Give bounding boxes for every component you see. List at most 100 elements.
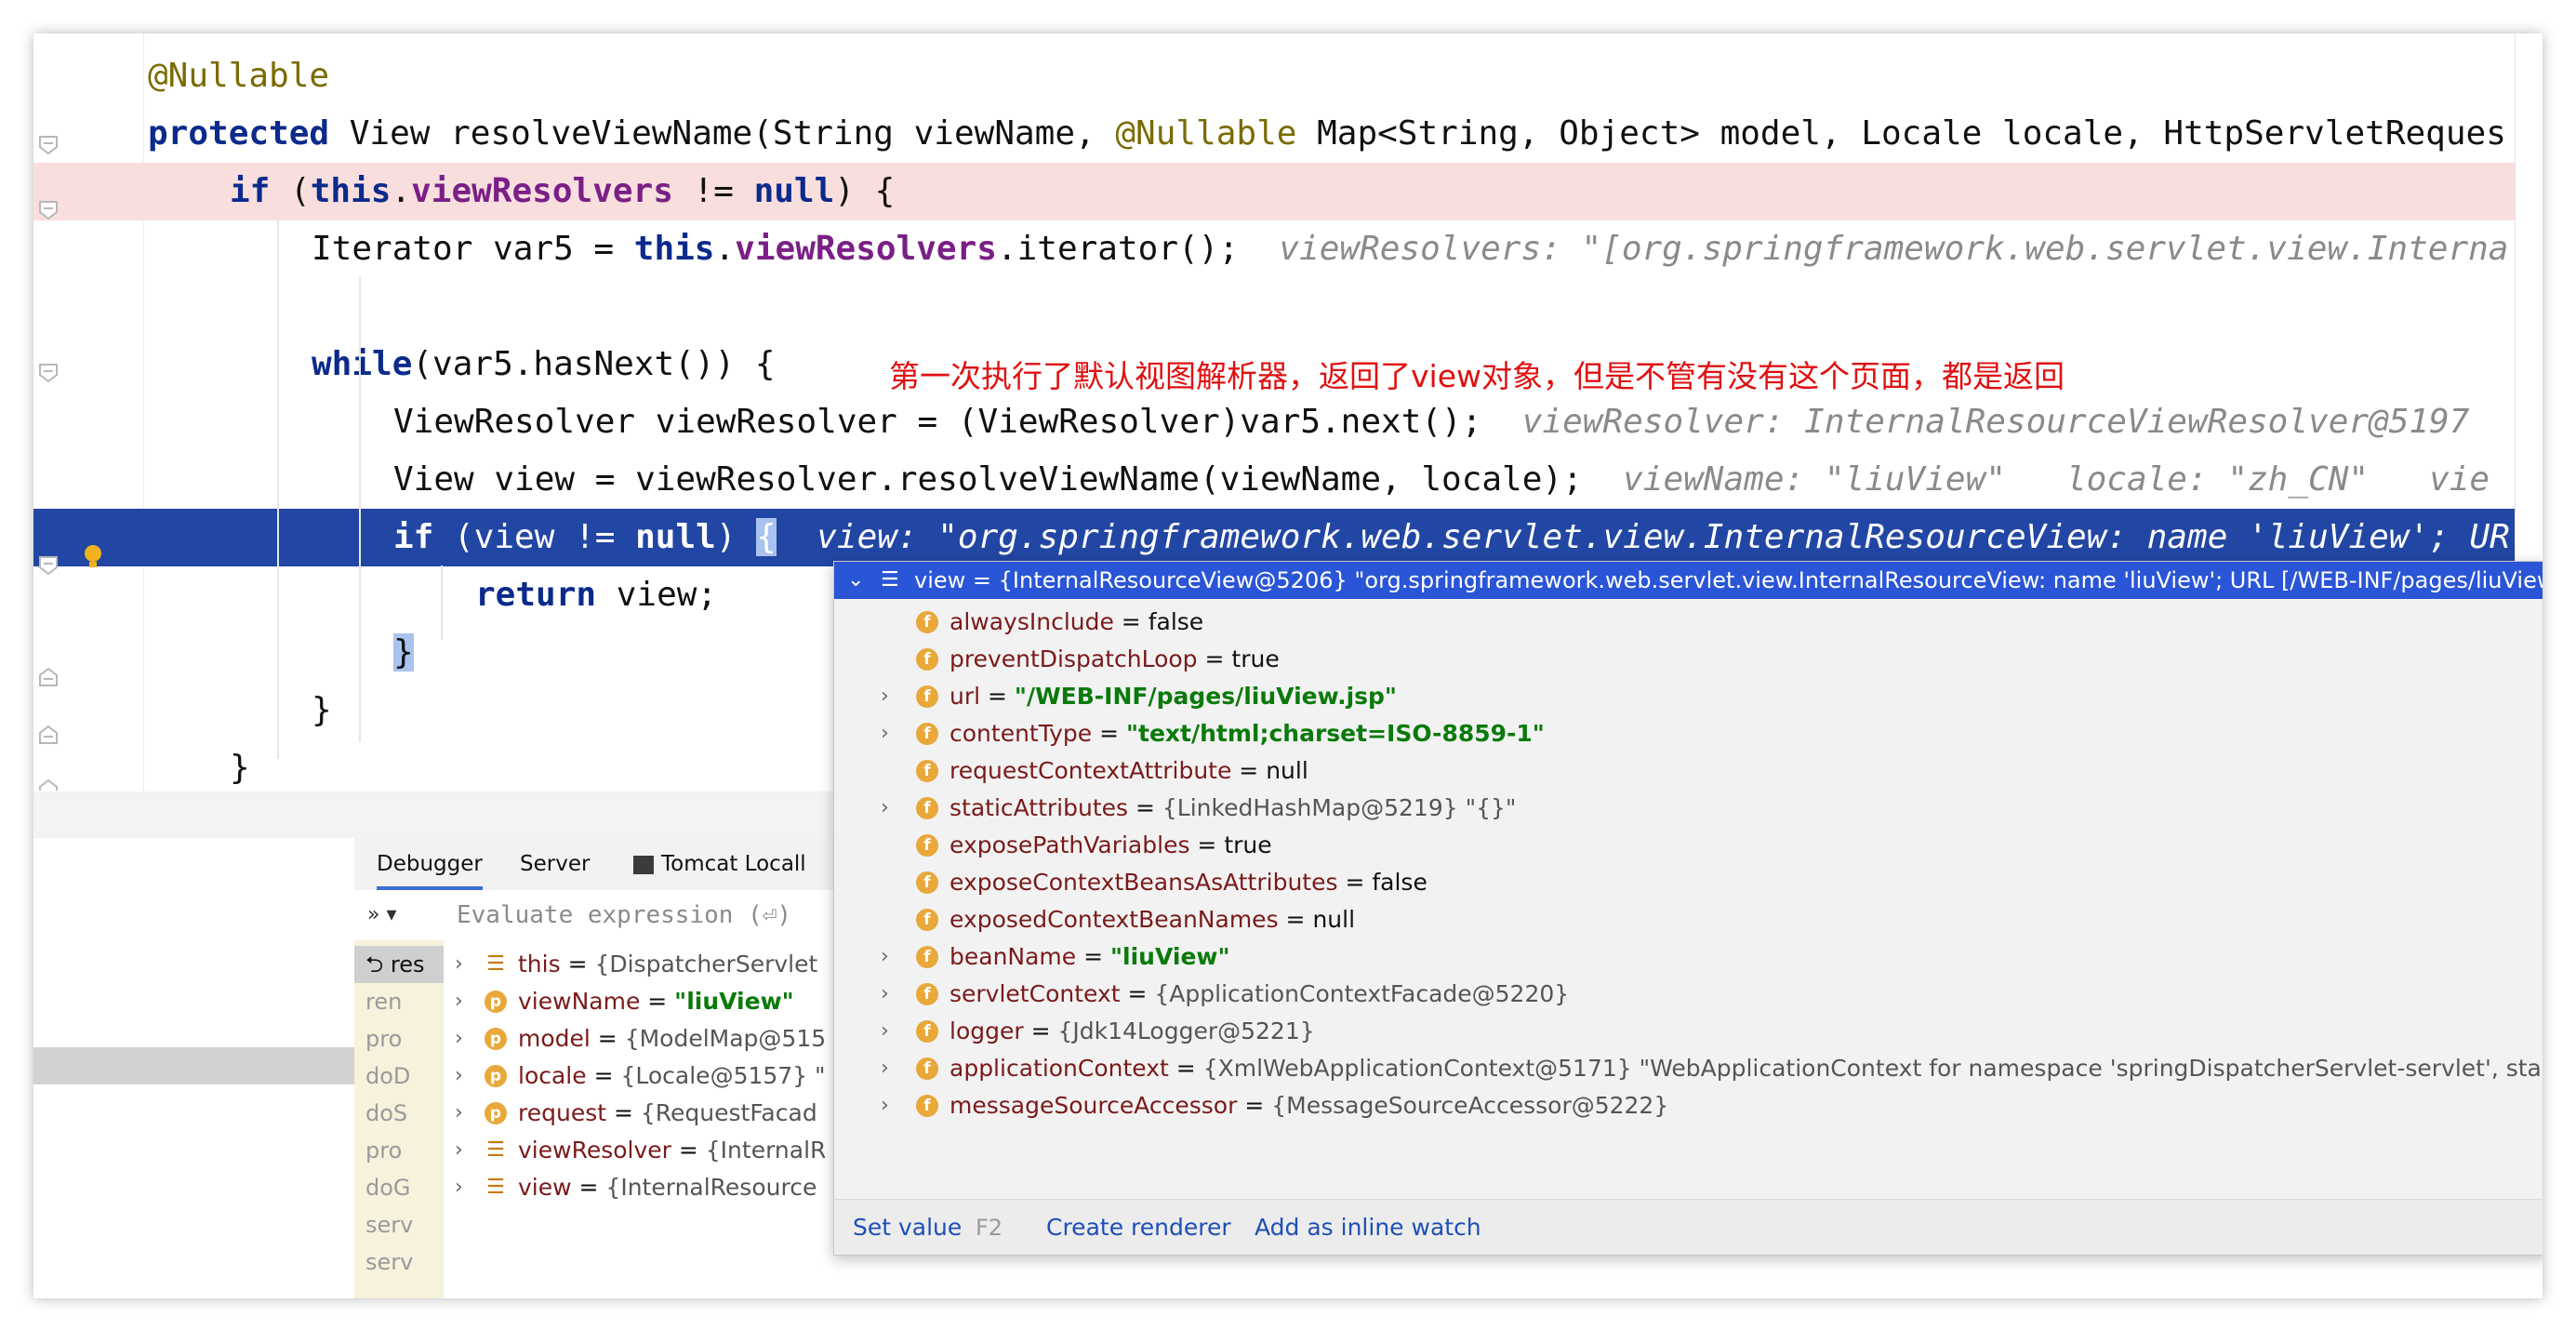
stack-frame[interactable]: serv [354,1206,444,1244]
code-token: .iterator(); [996,230,1280,268]
field-row[interactable]: › f contentType = "text/html;charset=ISO-8… [834,715,2543,752]
fold-end-icon[interactable] [37,778,60,791]
more-actions-icon[interactable]: » ▾ [367,890,397,940]
inline-debug-value: viewResolver: InternalResourceViewResolv… [1521,403,2470,441]
equals-sign: = [606,1099,641,1126]
code-line[interactable]: @Nullable [33,47,2515,105]
debug-session-panel[interactable] [33,838,355,1298]
code-line[interactable]: ViewResolver viewResolver = (ViewResolve… [33,393,2515,451]
chevron-right-icon[interactable]: › [881,1050,889,1087]
equals-sign: = [1237,1092,1272,1119]
field-row[interactable]: › f url = "/WEB-INF/pages/liuView.jsp" [834,678,2543,715]
field-row[interactable]: f exposedContextBeanNames = null [834,901,2543,938]
stack-frame[interactable]: serv [354,1244,444,1281]
add-inline-watch-link[interactable]: Add as inline watch [1255,1200,1481,1255]
stack-frame[interactable]: pro [354,1132,444,1169]
fold-marker-icon[interactable] [37,554,60,577]
selected-session-row[interactable] [33,1047,354,1084]
field-text: exposeContextBeansAsAttributes = false [949,864,1427,901]
stack-frame[interactable]: doS [354,1095,444,1132]
field-row[interactable]: f exposeContextBeansAsAttributes = false [834,864,2543,901]
field-row[interactable]: f preventDispatchLoop = true [834,641,2543,678]
code-token: (var5.hasNext()) { [412,345,776,383]
tab-tomcat-localhost[interactable]: Tomcat Locall [633,838,806,890]
fold-marker-icon[interactable] [37,199,60,221]
field-value: null [1312,906,1356,933]
field-row[interactable]: f alwaysInclude = false [834,604,2543,641]
code-token: View view = viewResolver.resolveViewName… [393,460,1624,499]
chevron-right-icon[interactable]: › [455,1095,463,1132]
field-row[interactable]: f requestContextAttribute = null [834,752,2543,790]
field-row[interactable]: › f beanName = "liuView" [834,938,2543,976]
chevron-right-icon[interactable]: › [455,1057,463,1095]
stack-frame[interactable]: ⮌ res [354,946,444,983]
field-name: contentType [949,720,1093,747]
field-row[interactable]: › f servletContext = {ApplicationContextFa… [834,976,2543,1013]
code-line[interactable]: View view = viewResolver.resolveViewName… [33,451,2515,509]
inline-value-popup[interactable]: ⌄ ☰ view = {InternalResourceView@5206} "… [833,561,2543,1256]
stack-frame[interactable]: ren [354,983,444,1020]
code-token: . [714,230,736,268]
equals-sign: = [1231,757,1267,784]
field-row[interactable]: f exposePathVariables = true [834,827,2543,864]
code-text: @Nullable [148,47,329,105]
variable-text: viewName = "liuView" [518,983,794,1020]
tomcat-icon [633,855,654,874]
set-value-link[interactable]: Set value [853,1200,962,1255]
stack-frame[interactable]: doD [354,1057,444,1095]
create-renderer-link[interactable]: Create renderer [1046,1200,1231,1255]
code-token: if [393,518,455,556]
field-row[interactable]: › f staticAttributes = {LinkedHashMap@5219… [834,790,2543,827]
field-row[interactable]: › f applicationContext = {XmlWebApplicatio… [834,1050,2543,1087]
popup-header-row[interactable]: ⌄ ☰ view = {InternalResourceView@5206} "… [834,562,2543,599]
chevron-right-icon[interactable]: › [881,678,889,715]
stack-frame[interactable]: doG [354,1169,444,1206]
code-line[interactable] [33,278,2515,336]
tab-server[interactable]: Server [520,838,590,890]
field-row[interactable]: › f messageSourceAccessor = {MessageSource… [834,1087,2543,1124]
code-text: ViewResolver viewResolver = (ViewResolve… [393,393,2469,451]
code-line[interactable]: if (this.viewResolvers != null) { [33,163,2515,220]
field-icon: f [916,834,938,857]
code-token: != [672,172,754,210]
code-text: } [230,739,250,791]
list-icon: ☰ [486,952,505,976]
stack-frame[interactable]: pro [354,1020,444,1057]
field-row[interactable]: › f logger = {Jdk14Logger@5221} [834,1013,2543,1050]
fold-marker-icon[interactable] [37,134,60,156]
code-token: @Nullable [148,57,330,95]
chevron-right-icon[interactable]: › [455,1169,463,1206]
lightbulb-icon[interactable] [82,543,104,571]
code-line[interactable]: protected View resolveViewName(String vi… [33,105,2515,163]
chevron-right-icon[interactable]: › [881,790,889,827]
equals-sign: = [1023,1017,1058,1044]
fold-end-icon[interactable] [37,724,60,746]
chevron-right-icon[interactable]: › [455,1020,463,1057]
code-line[interactable]: if (view != null) { view: "org.springfra… [33,509,2515,566]
field-value: true [1231,645,1280,672]
frames-list[interactable]: ⮌ res ren pro doD doS pro doG serv serv [354,940,445,1298]
chevron-right-icon[interactable]: › [455,1132,463,1169]
evaluate-expression-input[interactable]: Evaluate expression (⏎) [457,890,791,940]
chevron-right-icon[interactable]: › [881,938,889,976]
tab-debugger[interactable]: Debugger [377,838,483,890]
equals-sign: = [640,988,675,1015]
field-name: exposeContextBeansAsAttributes [949,869,1338,896]
code-token: this [310,172,392,210]
chevron-right-icon[interactable]: › [455,946,463,983]
code-line[interactable]: Iterator var5 = this.viewResolvers.itera… [33,220,2515,278]
fold-end-icon[interactable] [37,666,60,688]
parameter-icon: p [485,991,507,1013]
field-text: alwaysInclude = false [949,604,1203,641]
fold-marker-icon[interactable] [37,362,60,384]
chevron-right-icon[interactable]: › [881,1087,889,1124]
chevron-right-icon[interactable]: › [455,983,463,1020]
chevron-right-icon[interactable]: › [881,715,889,752]
indent-guide [359,277,361,742]
chevron-down-icon[interactable]: ⌄ [847,562,864,599]
field-text: staticAttributes = {LinkedHashMap@5219} … [949,790,1516,827]
popup-header-text: view = {InternalResourceView@5206} "org.… [914,567,2543,593]
chevron-right-icon[interactable]: › [881,976,889,1013]
chevron-right-icon[interactable]: › [881,1013,889,1050]
